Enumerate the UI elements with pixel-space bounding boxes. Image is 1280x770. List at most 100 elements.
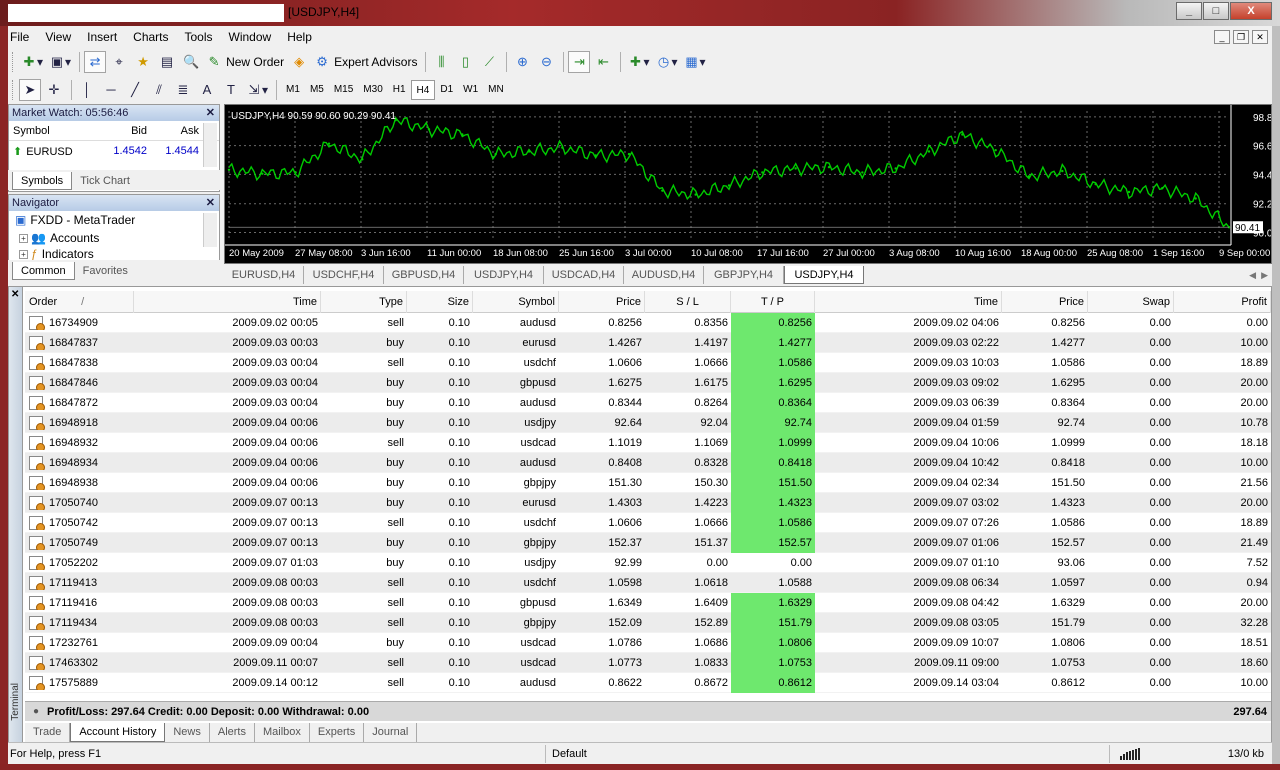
tab-common[interactable]: Common [12, 262, 75, 280]
fibonacci-button[interactable]: ≣ [172, 79, 194, 101]
menu-tools[interactable]: Tools [177, 26, 221, 48]
mdi-restore-icon[interactable]: ❐ [1233, 30, 1249, 44]
bar-chart-button[interactable]: ⫼ [430, 51, 452, 73]
menu-insert[interactable]: Insert [79, 26, 125, 48]
vertical-line-button[interactable]: │ [76, 79, 98, 101]
auto-scroll-button[interactable]: ⇥ [568, 51, 591, 73]
chart-tab-eurusd[interactable]: EURUSD,H4 [224, 266, 304, 284]
tab-mailbox[interactable]: Mailbox [255, 723, 310, 742]
candlestick-button[interactable]: ▯ [454, 51, 476, 73]
col-swap[interactable]: Swap [1088, 290, 1174, 313]
tab-news[interactable]: News [165, 723, 210, 742]
tab-journal[interactable]: Journal [364, 723, 418, 742]
expand-icon[interactable]: + [19, 249, 28, 259]
menu-file[interactable]: File [10, 26, 37, 48]
timeframe-mn[interactable]: MN [483, 80, 509, 100]
horizontal-line-button[interactable]: ─ [100, 79, 122, 101]
col-sl[interactable]: S / L [645, 290, 731, 313]
minimize-button[interactable]: _ [1176, 2, 1202, 20]
table-row[interactable]: 16948918 2009.09.04 00:06 buy 0.10 usdjpy 92.… [25, 412, 1271, 433]
channel-button[interactable]: ⫽ [148, 79, 170, 101]
zoom-in-button[interactable]: ⊕ [511, 51, 533, 73]
terminal-close-icon[interactable]: ✕ [11, 289, 19, 300]
crosshair-button[interactable]: ✛ [43, 79, 65, 101]
col-symbol[interactable]: Symbol [473, 290, 559, 313]
chart-shift-button[interactable]: ⇤ [592, 51, 614, 73]
chart-tab-audusd[interactable]: AUDUSD,H4 [624, 266, 704, 284]
tab-alerts[interactable]: Alerts [210, 723, 255, 742]
nav-item-indicators[interactable]: + ƒ Indicators [9, 247, 219, 261]
status-profile[interactable]: Default [546, 744, 1110, 763]
col-open-time[interactable]: Time [134, 290, 321, 313]
warning-button[interactable]: ◈ [288, 51, 310, 73]
market-watch-scrollbar[interactable] [203, 123, 217, 167]
col-symbol[interactable]: Symbol [9, 125, 93, 137]
table-row[interactable]: 16734909 2009.09.02 00:05 sell 0.10 audusd 0.… [25, 312, 1271, 333]
table-row[interactable]: 17050749 2009.09.07 00:13 buy 0.10 gbpjpy 152… [25, 532, 1271, 553]
templates-button[interactable]: ▦ ▾ [682, 51, 708, 73]
market-watch-button[interactable]: ⇄ [84, 51, 107, 73]
market-watch-row[interactable]: ⬆ EURUSD 1.4542 1.4544 [9, 141, 219, 161]
new-chart-button[interactable]: ✚ ▾ [19, 51, 45, 73]
menu-view[interactable]: View [37, 26, 79, 48]
col-order[interactable]: Order / [25, 290, 134, 313]
chart-svg[interactable]: 98.8596.6594.4592.2090.0020 May 200927 M… [225, 105, 1271, 263]
strategy-tester-button[interactable]: 🔍 [180, 51, 202, 73]
col-open-price[interactable]: Price [559, 290, 645, 313]
col-type[interactable]: Type [321, 290, 407, 313]
price-chart[interactable]: 98.8596.6594.4592.2090.0020 May 200927 M… [224, 104, 1272, 264]
chart-tab-usdjpy-active[interactable]: USDJPY,H4 [784, 266, 864, 284]
nav-item-accounts[interactable]: + 👥 Accounts [9, 229, 219, 247]
expand-icon[interactable]: + [19, 233, 28, 243]
indicators-button[interactable]: ✚ ▾ [625, 51, 651, 73]
navigator-close-icon[interactable]: ✕ [206, 195, 215, 211]
table-row[interactable]: 16847872 2009.09.03 00:04 buy 0.10 audusd 0.8… [25, 392, 1271, 413]
nav-item-root[interactable]: ▣ FXDD - MetaTrader [9, 211, 219, 229]
navigator-button[interactable]: ★ [132, 51, 154, 73]
tab-experts[interactable]: Experts [310, 723, 365, 742]
timeframe-m15[interactable]: M15 [329, 80, 358, 100]
chart-tab-usdchf[interactable]: USDCHF,H4 [304, 266, 384, 284]
timeframe-m5[interactable]: M5 [305, 80, 329, 100]
new-order-button[interactable]: ✎ New Order [204, 51, 286, 73]
tab-account-history[interactable]: Account History [70, 723, 166, 742]
table-row[interactable]: 17052202 2009.09.07 01:03 buy 0.10 usdjpy 92.… [25, 553, 1271, 573]
terminal-button[interactable]: ▤ [156, 51, 178, 73]
text-label-button[interactable]: T [220, 79, 242, 101]
tab-tick-chart[interactable]: Tick Chart [72, 172, 138, 190]
table-row[interactable]: 17050742 2009.09.07 00:13 sell 0.10 usdchf 1.… [25, 512, 1271, 533]
chart-tab-gbpjpy[interactable]: GBPJPY,H4 [704, 266, 784, 284]
timeframe-m30[interactable]: M30 [358, 80, 387, 100]
menu-help[interactable]: Help [279, 26, 320, 48]
text-button[interactable]: A [196, 79, 218, 101]
mdi-close-icon[interactable]: ✕ [1252, 30, 1268, 44]
expert-advisors-button[interactable]: ⚙ Expert Advisors [312, 51, 419, 73]
table-row[interactable]: 16948934 2009.09.04 00:06 buy 0.10 audusd 0.8… [25, 452, 1271, 473]
chart-tab-scroll-icon[interactable]: ◀ ▶ [1249, 266, 1272, 284]
timeframe-m1[interactable]: M1 [281, 80, 305, 100]
table-row[interactable]: 16948938 2009.09.04 00:06 buy 0.10 gbpjpy 151… [25, 472, 1271, 493]
timeframe-h1[interactable]: H1 [388, 80, 411, 100]
table-row[interactable]: 16847846 2009.09.03 00:04 buy 0.10 gbpusd 1.6… [25, 372, 1271, 393]
col-profit[interactable]: Profit [1174, 290, 1271, 313]
trendline-button[interactable]: ╱ [124, 79, 146, 101]
tab-trade[interactable]: Trade [25, 723, 71, 742]
timeframe-h4[interactable]: H4 [410, 80, 436, 100]
chart-tab-usdjpy[interactable]: USDJPY,H4 [464, 266, 544, 284]
window-titlebar[interactable]: [USDJPY,H4] _ □ X [0, 0, 1280, 26]
profiles-button[interactable]: ▣ ▾ [47, 51, 73, 73]
table-row[interactable]: 17575889 2009.09.14 00:12 sell 0.10 audusd 0.… [25, 672, 1271, 693]
market-watch-close-icon[interactable]: ✕ [206, 105, 215, 121]
tab-favorites[interactable]: Favorites [75, 262, 136, 280]
mdi-minimize-icon[interactable]: _ [1214, 30, 1230, 44]
col-close-price[interactable]: Price [1002, 290, 1088, 313]
table-row[interactable]: 17232761 2009.09.09 00:04 buy 0.10 usdcad 1.0… [25, 632, 1271, 653]
table-row[interactable]: 17119434 2009.09.08 00:03 sell 0.10 gbpjpy 15… [25, 612, 1271, 633]
table-row[interactable]: 17050740 2009.09.07 00:13 buy 0.10 eurusd 1.4… [25, 492, 1271, 513]
timeframe-d1[interactable]: D1 [435, 80, 458, 100]
toolbar-grip-2[interactable] [12, 80, 15, 100]
line-chart-button[interactable]: ⟋ [478, 51, 500, 73]
zoom-out-button[interactable]: ⊖ [535, 51, 557, 73]
table-row[interactable]: 16847838 2009.09.03 00:04 sell 0.10 usdchf 1.… [25, 352, 1271, 373]
chart-tab-gbpusd[interactable]: GBPUSD,H4 [384, 266, 464, 284]
